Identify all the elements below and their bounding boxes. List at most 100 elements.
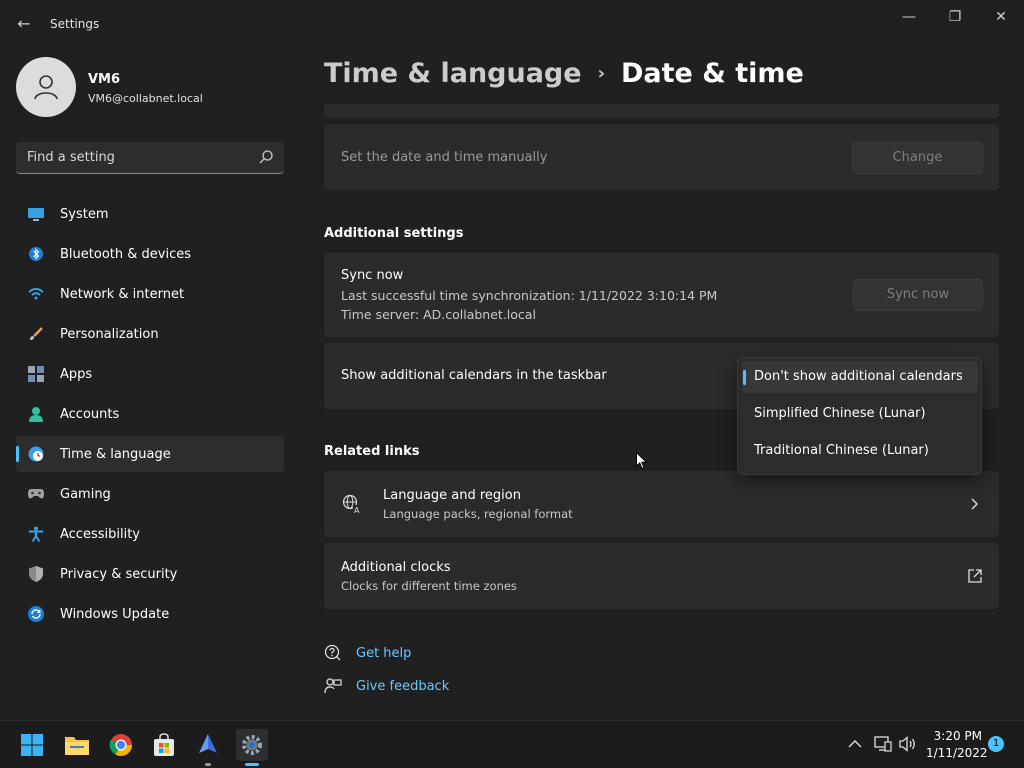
- sidebar-item-label: Network & internet: [60, 286, 185, 302]
- sidebar-item-time-language[interactable]: Time & language: [16, 436, 284, 472]
- sidebar-item-label: Privacy & security: [60, 566, 178, 582]
- shield-icon: [28, 566, 44, 582]
- sidebar-item-privacy[interactable]: Privacy & security: [16, 556, 284, 592]
- minimize-button[interactable]: —: [886, 4, 932, 32]
- help-icon: [324, 644, 341, 661]
- clock-globe-icon: [28, 446, 44, 462]
- sync-now-button[interactable]: Sync now: [853, 279, 983, 311]
- sidebar-item-bluetooth[interactable]: Bluetooth & devices: [16, 236, 284, 272]
- sidebar-item-network[interactable]: Network & internet: [16, 276, 284, 312]
- file-explorer-button[interactable]: [61, 729, 93, 761]
- search-placeholder: Find a setting: [27, 150, 115, 165]
- chevron-right-icon: [971, 498, 978, 510]
- network-icon[interactable]: [874, 736, 892, 752]
- sidebar-item-label: Windows Update: [60, 606, 170, 622]
- give-feedback-label: Give feedback: [356, 678, 450, 694]
- dropdown-option-selected[interactable]: Don't show additional calendars: [742, 361, 978, 393]
- dropdown-option[interactable]: Traditional Chinese (Lunar): [742, 435, 978, 467]
- language-region-link[interactable]: A Language and region Language packs, re…: [324, 471, 999, 537]
- settings-icon: [242, 735, 262, 755]
- related-links-heading: Related links: [324, 444, 420, 459]
- last-sync-text: Last successful time synchronization: 1/…: [341, 288, 718, 303]
- clock-time[interactable]: 3:20 PM: [930, 729, 982, 743]
- language-region-title: Language and region: [383, 488, 521, 503]
- time-server-text: Time server: AD.collabnet.local: [341, 307, 536, 322]
- notification-badge[interactable]: 1: [988, 736, 1004, 752]
- update-icon: [28, 606, 44, 622]
- give-feedback-link[interactable]: Give feedback: [324, 674, 449, 698]
- store-icon: [154, 733, 174, 756]
- sidebar-nav: System Bluetooth & devices Network & int…: [16, 196, 284, 636]
- search-icon[interactable]: [258, 149, 274, 165]
- sidebar-item-accounts[interactable]: Accounts: [16, 396, 284, 432]
- store-button[interactable]: [148, 729, 180, 761]
- feedback-icon: [324, 678, 342, 694]
- additional-clocks-link[interactable]: Additional clocks Clocks for different t…: [324, 543, 999, 609]
- bluetooth-icon: [28, 246, 44, 262]
- sidebar-item-accessibility[interactable]: Accessibility: [16, 516, 284, 552]
- get-help-link[interactable]: Get help: [324, 641, 411, 665]
- maximize-button[interactable]: ❐: [932, 4, 978, 32]
- taskbar: 3:20 PM 1/11/2022 1: [0, 720, 1024, 768]
- sidebar-item-system[interactable]: System: [16, 196, 284, 232]
- svg-text:A: A: [354, 506, 360, 514]
- wifi-icon: [28, 286, 44, 302]
- start-icon: [21, 734, 43, 756]
- sync-card: Sync now Last successful time synchroniz…: [324, 253, 999, 337]
- active-indicator: [245, 763, 259, 766]
- settings-button[interactable]: [236, 729, 268, 766]
- brush-icon: [28, 326, 44, 342]
- avatar[interactable]: [16, 57, 76, 117]
- sidebar-item-label: Time & language: [60, 446, 171, 462]
- app-title: Settings: [50, 17, 100, 31]
- chrome-icon: [109, 734, 132, 756]
- chrome-button[interactable]: [105, 729, 137, 761]
- calendars-dropdown[interactable]: Don't show additional calendars Simplifi…: [737, 357, 982, 475]
- apps-icon: [28, 366, 44, 382]
- additional-settings-heading: Additional settings: [324, 226, 464, 241]
- breadcrumb-parent[interactable]: Time & language: [324, 58, 582, 89]
- chevron-right-icon: ›: [597, 63, 605, 84]
- dropdown-option[interactable]: Simplified Chinese (Lunar): [742, 398, 978, 430]
- user-name: VM6: [88, 72, 121, 87]
- change-button[interactable]: Change: [852, 142, 983, 174]
- open-external-icon: [968, 569, 982, 583]
- get-help-label: Get help: [356, 645, 412, 661]
- breadcrumb: Time & language › Date & time: [324, 58, 804, 89]
- title-bar: ← Settings — ❐ ✕: [0, 0, 1024, 48]
- accessibility-icon: [28, 526, 44, 542]
- close-button[interactable]: ✕: [978, 4, 1024, 32]
- sidebar-item-label: Apps: [60, 366, 93, 382]
- pinned-app-button[interactable]: [192, 729, 224, 766]
- sidebar-item-gaming[interactable]: Gaming: [16, 476, 284, 512]
- monitor-icon: [28, 206, 44, 222]
- manual-time-label: Set the date and time manually: [341, 150, 548, 165]
- chevron-up-icon[interactable]: [848, 739, 862, 749]
- language-icon: A: [342, 494, 361, 514]
- sidebar-item-label: Accounts: [60, 406, 120, 422]
- clock-date[interactable]: 1/11/2022: [926, 746, 988, 760]
- language-region-subtitle: Language packs, regional format: [383, 507, 573, 521]
- additional-clocks-title: Additional clocks: [341, 560, 451, 575]
- app-icon: [199, 734, 217, 753]
- previous-card: [324, 104, 999, 118]
- sidebar-item-windows-update[interactable]: Windows Update: [16, 596, 284, 632]
- sync-title: Sync now: [341, 268, 404, 283]
- sidebar-item-apps[interactable]: Apps: [16, 356, 284, 392]
- person-icon: [34, 75, 58, 100]
- calendars-label: Show additional calendars in the taskbar: [341, 368, 607, 383]
- sidebar-item-label: System: [60, 206, 109, 222]
- additional-clocks-subtitle: Clocks for different time zones: [341, 579, 517, 593]
- running-indicator: [205, 763, 211, 766]
- sidebar-item-label: Accessibility: [60, 526, 140, 542]
- mouse-cursor-icon: [636, 452, 648, 470]
- person-icon: [28, 406, 44, 422]
- sidebar-item-label: Personalization: [60, 326, 159, 342]
- back-button[interactable]: ←: [12, 12, 36, 36]
- start-button[interactable]: [16, 729, 48, 761]
- sidebar-item-label: Bluetooth & devices: [60, 246, 191, 262]
- volume-icon[interactable]: [899, 736, 917, 752]
- sidebar-item-personalization[interactable]: Personalization: [16, 316, 284, 352]
- user-email: VM6@collabnet.local: [88, 92, 203, 105]
- search-input[interactable]: Find a setting: [16, 142, 284, 174]
